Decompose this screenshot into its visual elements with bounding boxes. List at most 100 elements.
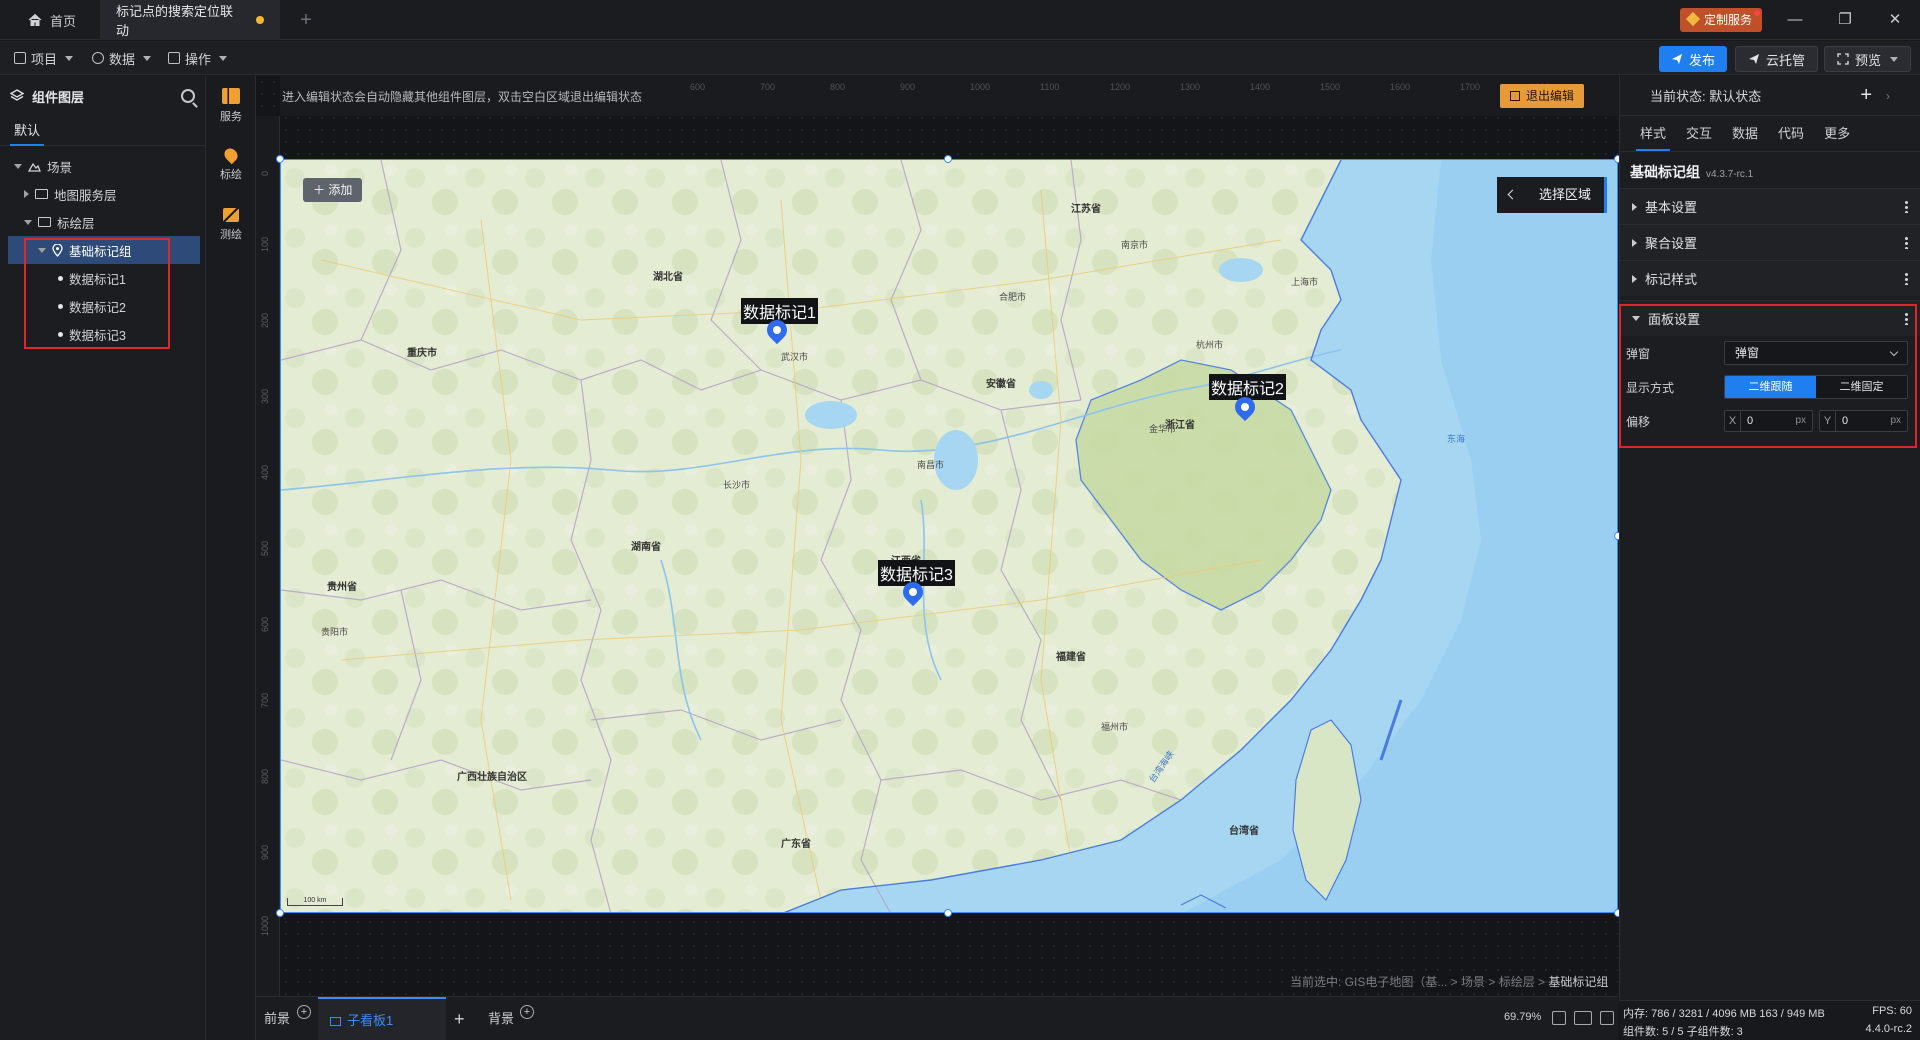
- ruler-tick: 900: [900, 82, 916, 92]
- tab-current-project[interactable]: 标记点的搜索定位联动: [100, 0, 280, 40]
- tree-node-plot-layer[interactable]: 标绘层: [0, 208, 205, 236]
- place-label: 南昌市: [917, 460, 945, 470]
- resize-handle-bottom-left[interactable]: [276, 909, 284, 917]
- tree-node-scene[interactable]: 场景: [0, 152, 205, 180]
- tab-background[interactable]: 背景: [488, 997, 514, 1040]
- tab-data[interactable]: 数据: [1722, 116, 1768, 151]
- folder-icon: [35, 189, 48, 199]
- file-icon: [14, 52, 26, 64]
- restore-button[interactable]: ❐: [1822, 0, 1868, 40]
- place-label: 福州市: [1101, 722, 1129, 732]
- keyboard-icon[interactable]: [1574, 1011, 1592, 1025]
- map-add-button[interactable]: ＋ 添加: [303, 178, 363, 202]
- place-label: 贵州省: [327, 582, 357, 593]
- sea-label: 东海: [1447, 434, 1466, 444]
- ruler-tick: 100: [260, 236, 270, 252]
- section-basic-settings[interactable]: 基本设置: [1620, 188, 1920, 224]
- breadcrumb-path: 当前选中: GIS电子地图（基... > 场景 > 标绘层 >: [1290, 975, 1549, 989]
- main-toolbar: 项目 数据 操作 发布 云托管 预览: [0, 41, 1920, 75]
- ruler-tick: 1000: [260, 915, 270, 936]
- resize-handle-top[interactable]: [944, 155, 952, 163]
- resize-handle-top-left[interactable]: [276, 155, 284, 163]
- tab-sub-board[interactable]: 子看板1: [318, 997, 446, 1040]
- component-version: v4.3.7-rc.1: [1706, 169, 1754, 180]
- tab-code[interactable]: 代码: [1768, 116, 1814, 151]
- add-foreground-icon[interactable]: +: [297, 1005, 311, 1019]
- preview-label: 预览: [1855, 52, 1882, 68]
- preview-button[interactable]: 预览: [1824, 46, 1912, 72]
- menu-project[interactable]: 项目: [14, 46, 74, 70]
- section-cluster-settings[interactable]: 聚合设置: [1620, 224, 1920, 260]
- tool-icon-column: 服务 标绘 测绘: [206, 76, 256, 1040]
- cloud-host-label: 云托管: [1766, 52, 1806, 68]
- bottom-board-bar: 前景 + 子看板1 + 背景 + 69.79%: [256, 996, 1618, 1040]
- layer-panel-header: 组件图层: [0, 76, 205, 116]
- tab-home[interactable]: 首页: [12, 0, 112, 40]
- ruler-tick: 600: [690, 82, 706, 92]
- chevron-right-icon: [1632, 238, 1637, 247]
- terminal-icon[interactable]: [1600, 1011, 1614, 1025]
- custom-service-button[interactable]: 定制服务: [1680, 8, 1763, 32]
- add-board-button[interactable]: +: [454, 997, 465, 1040]
- memory-status: 内存: 786 / 3281 / 4096 MB 163 / 949 MB: [1623, 1008, 1825, 1020]
- more-vertical-icon[interactable]: [1905, 236, 1908, 249]
- ruler-tick: 0: [260, 170, 270, 176]
- selection-breadcrumb: 当前选中: GIS电子地图（基... > 场景 > 标绘层 > 基础标记组: [1290, 973, 1608, 990]
- cloud-host-button[interactable]: 云托管: [1735, 46, 1819, 72]
- place-label: 南京市: [1121, 240, 1149, 250]
- unsaved-dot-icon: [256, 16, 264, 24]
- more-vertical-icon[interactable]: [1905, 200, 1908, 213]
- place-label: 广东省: [781, 839, 811, 850]
- tree-node-map-service[interactable]: 地图服务层: [0, 180, 205, 208]
- edit-state-message: 进入编辑状态会自动隐藏其他组件图层，双击空白区域退出编辑状态: [282, 90, 643, 104]
- tree-node-label: 标绘层: [57, 216, 95, 231]
- place-label: 湖南省: [631, 542, 661, 553]
- chevron-down-icon[interactable]: [14, 163, 22, 169]
- menu-data[interactable]: 数据: [92, 46, 152, 70]
- fit-screen-icon[interactable]: [1552, 1011, 1566, 1025]
- tab-style[interactable]: 样式: [1630, 116, 1676, 151]
- folder-icon: [38, 217, 51, 227]
- tool-measure[interactable]: 测绘: [206, 208, 256, 242]
- board-icon: [330, 1017, 341, 1026]
- tree-node-label: 场景: [47, 160, 73, 175]
- ruler-tick: 1200: [1110, 82, 1131, 92]
- menu-operate[interactable]: 操作: [168, 46, 228, 70]
- publish-button[interactable]: 发布: [1659, 46, 1728, 72]
- current-state-label[interactable]: 当前状态: 默认状态: [1650, 86, 1761, 105]
- new-tab-button[interactable]: +: [294, 8, 318, 32]
- tool-marker[interactable]: 标绘: [206, 145, 256, 182]
- more-vertical-icon[interactable]: [1905, 272, 1908, 285]
- ruler-tick: 600: [260, 616, 270, 632]
- tab-interaction[interactable]: 交互: [1676, 116, 1722, 151]
- ruler-tick: 1000: [970, 82, 991, 92]
- chevron-right-icon[interactable]: ›: [1886, 89, 1890, 103]
- component-count: 组件数: 5 / 5 子组件数: 3: [1623, 1026, 1743, 1038]
- gis-map[interactable]: 湖北省 安徽省 江苏省 上海市 浙江省 江西省 湖南省 福建省 贵州省 广西壮族…: [280, 159, 1618, 913]
- ruler-tick: 300: [260, 388, 270, 404]
- zoom-level[interactable]: 69.79%: [1504, 1011, 1541, 1023]
- tool-service[interactable]: 服务: [206, 88, 256, 124]
- layer-panel-title: 组件图层: [32, 89, 85, 105]
- tab-foreground[interactable]: 前景: [264, 997, 290, 1040]
- select-region-button[interactable]: 选择区域: [1497, 177, 1607, 213]
- chevron-right-icon[interactable]: [24, 190, 29, 198]
- chevron-down-icon[interactable]: [24, 219, 32, 225]
- place-label: 上海市: [1291, 277, 1319, 287]
- place-label: 重庆市: [407, 348, 437, 359]
- ruler-tick: 1700: [1460, 82, 1481, 92]
- tab-default[interactable]: 默认: [0, 116, 205, 146]
- section-marker-style[interactable]: 标记样式: [1620, 260, 1920, 296]
- tab-more[interactable]: 更多: [1814, 116, 1860, 151]
- add-state-button[interactable]: +: [1860, 84, 1872, 107]
- breadcrumb-current[interactable]: 基础标记组: [1548, 975, 1608, 989]
- place-label: 金华市: [1149, 424, 1177, 434]
- resize-handle-bottom[interactable]: [944, 909, 952, 917]
- search-icon[interactable]: [181, 89, 195, 103]
- chevron-down-icon: [1890, 56, 1899, 62]
- exit-edit-button[interactable]: 退出编辑: [1500, 84, 1585, 108]
- add-background-icon[interactable]: +: [520, 1005, 534, 1019]
- minimize-button[interactable]: —: [1772, 0, 1818, 40]
- ruler-tick: 1500: [1320, 82, 1341, 92]
- close-button[interactable]: ✕: [1872, 0, 1918, 40]
